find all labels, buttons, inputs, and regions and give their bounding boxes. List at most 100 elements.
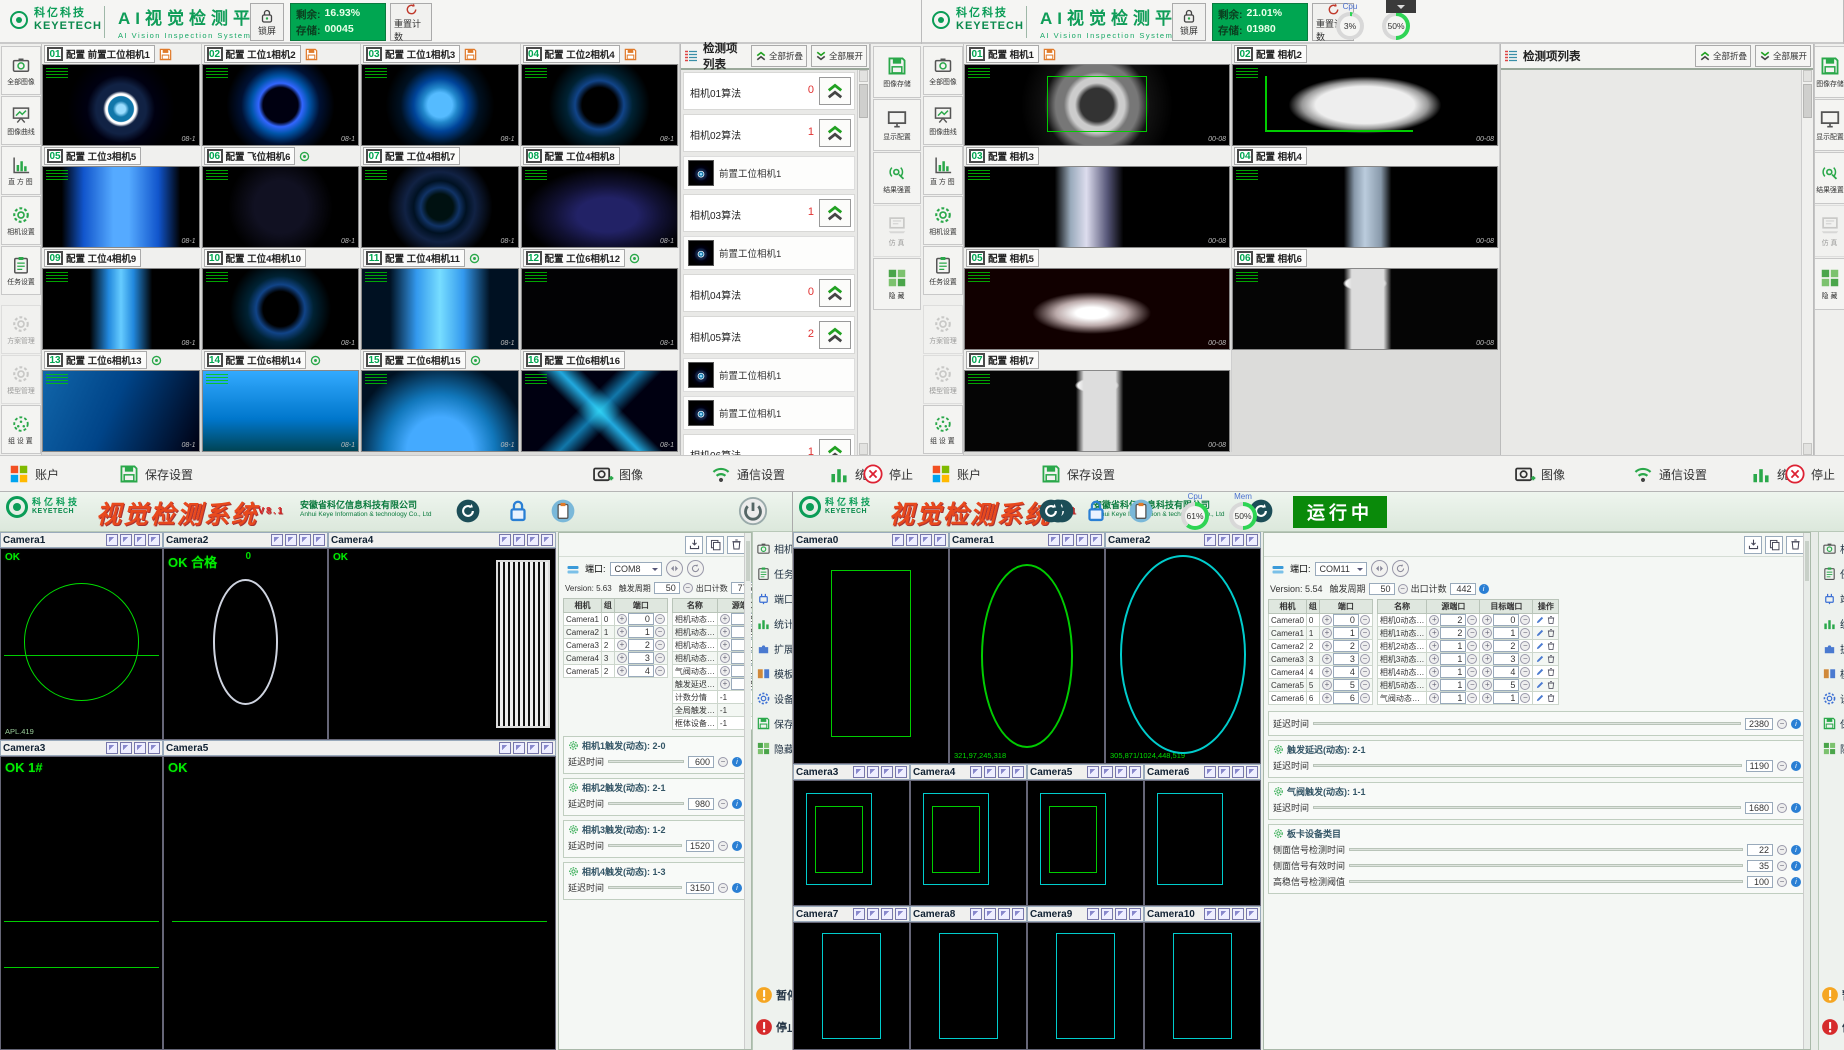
sidebar-item-1[interactable]: 全部图像: [923, 46, 963, 95]
grid-icon[interactable]: [527, 534, 539, 546]
src-plus[interactable]: +: [720, 627, 730, 637]
target-icon[interactable]: [469, 354, 482, 367]
port-plus[interactable]: +: [1322, 693, 1332, 703]
camera-config-button[interactable]: 16配置 工位6相机16: [523, 351, 626, 369]
menu-item-3[interactable]: 端口: [1821, 586, 1842, 611]
param-minus[interactable]: −: [1777, 719, 1787, 729]
slider-track[interactable]: [1349, 880, 1743, 883]
camera-config-button[interactable]: 02配置 工位1相机2: [204, 45, 301, 63]
grid-icon[interactable]: [134, 742, 146, 754]
scroll-thumb[interactable]: [746, 541, 750, 581]
copy-button[interactable]: [1765, 536, 1783, 554]
camera-config-button[interactable]: 03配置 工位1相机3: [363, 45, 460, 63]
port-minus[interactable]: −: [1360, 693, 1370, 703]
slider-track[interactable]: [1313, 806, 1741, 809]
settings-icon[interactable]: [1012, 908, 1024, 920]
grid-icon[interactable]: [1115, 908, 1127, 920]
sidebar-item-2[interactable]: 图像曲线: [1, 96, 41, 145]
settings-icon[interactable]: [1090, 534, 1102, 546]
clipboard-button[interactable]: [1128, 498, 1154, 524]
scroll-thumb[interactable]: [1805, 541, 1809, 581]
tool-5[interactable]: 隐 藏: [1814, 258, 1844, 310]
expand-icon[interactable]: [106, 742, 118, 754]
export-button[interactable]: [1744, 536, 1762, 554]
expand-icon[interactable]: [1204, 908, 1216, 920]
expand-icon[interactable]: [499, 534, 511, 546]
pause-button[interactable]: 暂停: [1821, 982, 1842, 1008]
panel-scrollbar[interactable]: [744, 533, 751, 1049]
dst-minus[interactable]: −: [1520, 693, 1530, 703]
snapshot-icon[interactable]: [120, 742, 132, 754]
camera-config-button[interactable]: 03配置 相机3: [966, 147, 1039, 165]
camera-config-button[interactable]: 09配置 工位4相机9: [44, 249, 141, 267]
edit-icon[interactable]: [1535, 693, 1545, 703]
refresh-button[interactable]: [1038, 498, 1064, 524]
port-plus[interactable]: +: [617, 653, 627, 663]
camera-config-button[interactable]: 07配置 工位4相机7: [363, 147, 460, 165]
save-icon[interactable]: [1042, 47, 1057, 62]
info-icon[interactable]: i: [1791, 877, 1801, 887]
sidebar-item-8[interactable]: 组 设 置: [1, 405, 41, 454]
grid-icon[interactable]: [1115, 766, 1127, 778]
snapshot-icon[interactable]: [1218, 534, 1230, 546]
src-plus[interactable]: +: [1429, 641, 1439, 651]
dst-value[interactable]: 2: [1493, 640, 1519, 652]
camera-config-button[interactable]: 01配置 前置工位相机1: [44, 45, 155, 63]
scrollbar[interactable]: [857, 70, 869, 455]
port-minus[interactable]: −: [1360, 615, 1370, 625]
statusbar-account-button[interactable]: 账户: [8, 460, 59, 488]
lock-button[interactable]: [505, 498, 531, 524]
refresh-button[interactable]: [455, 498, 481, 524]
menu-item-1[interactable]: 相机: [1821, 536, 1842, 561]
src-minus[interactable]: −: [1467, 654, 1477, 664]
info-icon[interactable]: i: [1791, 861, 1801, 871]
menu-item-3[interactable]: 端口: [755, 586, 791, 611]
slider-track[interactable]: [608, 760, 684, 763]
grid-icon[interactable]: [1232, 766, 1244, 778]
dst-plus[interactable]: +: [1482, 693, 1492, 703]
expand-icon[interactable]: [271, 534, 283, 546]
camera-config-button[interactable]: 08配置 工位4相机8: [523, 147, 620, 165]
grid-icon[interactable]: [299, 534, 311, 546]
port-connect-button[interactable]: [666, 560, 683, 577]
param-minus[interactable]: −: [1777, 761, 1787, 771]
src-minus[interactable]: −: [1467, 628, 1477, 638]
port-minus[interactable]: −: [655, 640, 665, 650]
port-plus[interactable]: +: [617, 666, 627, 676]
menu-item-8[interactable]: 保存: [1821, 711, 1842, 736]
toggle-button[interactable]: [819, 77, 851, 105]
src-plus[interactable]: +: [1429, 667, 1439, 677]
toggle-button[interactable]: [819, 439, 851, 455]
delete-icon[interactable]: [1546, 667, 1556, 677]
src-plus[interactable]: +: [720, 653, 730, 663]
sidebar-item-8[interactable]: 组 设 置: [923, 405, 963, 454]
target-icon[interactable]: [150, 354, 163, 367]
lock-button[interactable]: [1083, 498, 1109, 524]
param-minus[interactable]: −: [718, 883, 728, 893]
delete-icon[interactable]: [1546, 628, 1556, 638]
src-value[interactable]: 1: [1440, 666, 1466, 678]
slider-track[interactable]: [608, 802, 684, 805]
snapshot-icon[interactable]: [906, 534, 918, 546]
expand-icon[interactable]: [106, 534, 118, 546]
tool-1[interactable]: 图像存储: [873, 46, 921, 98]
src-value[interactable]: 1: [1440, 679, 1466, 691]
menu-item-9[interactable]: 隐藏: [1821, 736, 1842, 761]
info-icon[interactable]: i: [732, 841, 742, 851]
tool-2[interactable]: 显示配置: [1814, 99, 1844, 151]
tool-3[interactable]: 结果强置: [1814, 152, 1844, 204]
param-value[interactable]: 1520: [686, 840, 714, 852]
menu-item-5[interactable]: 扩展: [755, 636, 791, 661]
dst-value[interactable]: 1: [1493, 692, 1519, 704]
port-value[interactable]: 2: [1333, 640, 1359, 652]
expand-all-button[interactable]: 全部展开: [1755, 45, 1811, 67]
snapshot-icon[interactable]: [867, 766, 879, 778]
algorithm-row[interactable]: 相机02算法1: [683, 114, 855, 152]
menu-item-6[interactable]: 模板: [755, 661, 791, 686]
port-refresh-button[interactable]: [1392, 560, 1409, 577]
algorithm-row[interactable]: 相机03算法1: [683, 194, 855, 232]
dst-minus[interactable]: −: [1520, 680, 1530, 690]
src-plus[interactable]: +: [1429, 654, 1439, 664]
src-value[interactable]: 2: [1440, 627, 1466, 639]
src-plus[interactable]: +: [1429, 693, 1439, 703]
